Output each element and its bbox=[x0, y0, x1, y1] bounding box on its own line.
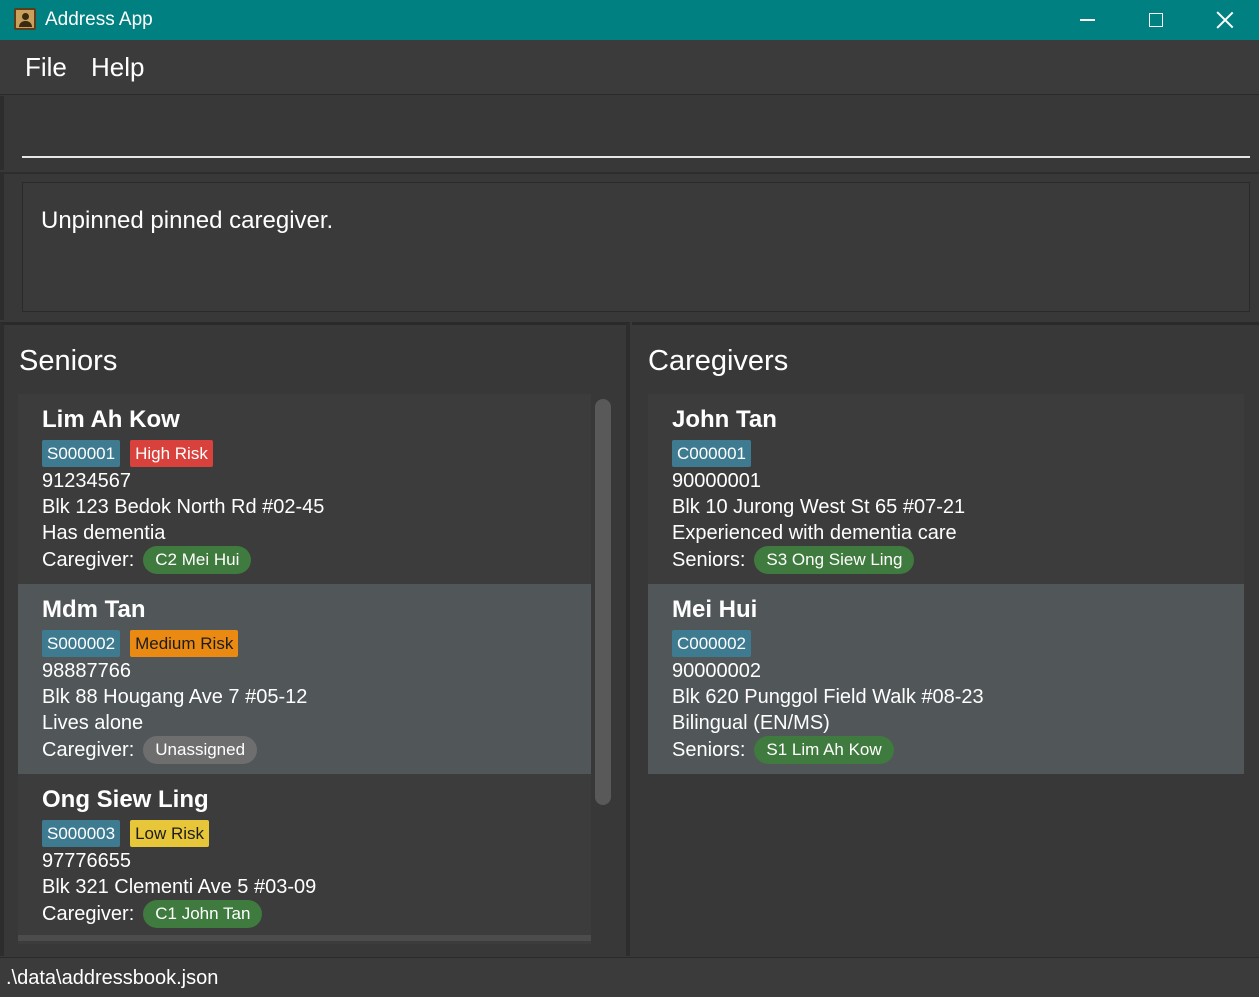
result-display[interactable]: Unpinned pinned caregiver. bbox=[22, 182, 1250, 312]
window-title: Address App bbox=[45, 9, 153, 30]
caregiver-id-tag: C000001 bbox=[672, 440, 752, 467]
senior-note: Has dementia bbox=[42, 522, 166, 544]
risk-tag: Low Risk bbox=[130, 820, 210, 847]
senior-pill: S3 Ong Siew Ling bbox=[754, 546, 915, 574]
minimize-icon bbox=[1079, 19, 1095, 21]
list-divider bbox=[18, 935, 591, 941]
menu-help[interactable]: Help bbox=[91, 52, 144, 83]
caregiver-address: Blk 620 Punggol Field Walk #08-23 bbox=[672, 686, 984, 708]
title-bar: Address App bbox=[0, 0, 1259, 40]
caregiver-name: John Tan bbox=[672, 406, 777, 433]
address-book-icon bbox=[14, 8, 36, 30]
caregiver-pill: C2 Mei Hui bbox=[143, 546, 252, 574]
caregiver-address: Blk 10 Jurong West St 65 #07-21 bbox=[672, 496, 966, 518]
caregiver-pill: Unassigned bbox=[143, 736, 258, 764]
command-input[interactable] bbox=[22, 116, 1250, 158]
maximize-button[interactable] bbox=[1121, 0, 1191, 40]
senior-note: Lives alone bbox=[42, 712, 144, 734]
risk-tag: High Risk bbox=[130, 440, 213, 467]
senior-name: Lim Ah Kow bbox=[42, 406, 180, 433]
minimize-button[interactable] bbox=[1052, 0, 1122, 40]
save-location: .\data\addressbook.json bbox=[6, 967, 219, 989]
senior-name: Ong Siew Ling bbox=[42, 786, 209, 813]
caregivers-panel-title: Caregivers bbox=[648, 345, 789, 377]
caregiver-note: Bilingual (EN/MS) bbox=[672, 712, 830, 734]
caregiver-id-tag: C000002 bbox=[672, 630, 752, 657]
caregiver-label: Caregiver: bbox=[42, 902, 135, 925]
senior-card[interactable]: Mdm Tan S000002 Medium Risk 98887766 Blk… bbox=[18, 584, 591, 774]
maximize-icon bbox=[1149, 13, 1163, 27]
senior-id-tag: S000002 bbox=[42, 630, 121, 657]
seniors-panel: Seniors Lim Ah Kow S000001 High Risk 912… bbox=[0, 322, 630, 956]
caregivers-panel: Caregivers John Tan C000001 90000001 Blk… bbox=[632, 322, 1259, 956]
seniors-panel-title: Seniors bbox=[19, 345, 118, 377]
seniors-label: Seniors: bbox=[672, 548, 746, 571]
caregiver-phone: 90000002 bbox=[672, 660, 761, 682]
senior-address: Blk 321 Clementi Ave 5 #03-09 bbox=[42, 876, 317, 898]
caregiver-card[interactable]: Mei Hui C000002 90000002 Blk 620 Punggol… bbox=[648, 584, 1244, 774]
menu-file[interactable]: File bbox=[25, 52, 67, 83]
seniors-scrollbar[interactable] bbox=[595, 399, 611, 805]
senior-pill: S1 Lim Ah Kow bbox=[754, 736, 894, 764]
menu-bar: File Help bbox=[0, 40, 1259, 95]
caregiver-label: Caregiver: bbox=[42, 738, 135, 761]
risk-tag: Medium Risk bbox=[130, 630, 239, 657]
caregiver-name: Mei Hui bbox=[672, 596, 758, 623]
senior-phone: 91234567 bbox=[42, 470, 131, 492]
close-button[interactable] bbox=[1190, 0, 1259, 40]
senior-phone: 97776655 bbox=[42, 850, 131, 872]
status-bar: .\data\addressbook.json bbox=[0, 957, 1259, 997]
seniors-label: Seniors: bbox=[672, 738, 746, 761]
result-display-area: Unpinned pinned caregiver. bbox=[0, 172, 1259, 320]
command-box bbox=[0, 96, 1259, 170]
caregiver-pill: C1 John Tan bbox=[143, 900, 263, 928]
senior-card[interactable]: Lim Ah Kow S000001 High Risk 91234567 Bl… bbox=[18, 394, 591, 584]
senior-address: Blk 123 Bedok North Rd #02-45 bbox=[42, 496, 325, 518]
caregivers-list[interactable]: John Tan C000001 90000001 Blk 10 Jurong … bbox=[648, 394, 1244, 794]
caregiver-card[interactable]: John Tan C000001 90000001 Blk 10 Jurong … bbox=[648, 394, 1244, 584]
seniors-list[interactable]: Lim Ah Kow S000001 High Risk 91234567 Bl… bbox=[18, 394, 591, 944]
senior-card[interactable]: Ong Siew Ling S000003 Low Risk 97776655 … bbox=[18, 774, 591, 944]
senior-id-tag: S000001 bbox=[42, 440, 121, 467]
caregiver-phone: 90000001 bbox=[672, 470, 761, 492]
senior-address: Blk 88 Hougang Ave 7 #05-12 bbox=[42, 686, 308, 708]
caregiver-note: Experienced with dementia care bbox=[672, 522, 957, 544]
senior-name: Mdm Tan bbox=[42, 596, 146, 623]
senior-phone: 98887766 bbox=[42, 660, 131, 682]
caregiver-label: Caregiver: bbox=[42, 548, 135, 571]
close-icon bbox=[1216, 11, 1234, 29]
senior-id-tag: S000003 bbox=[42, 820, 121, 847]
result-message: Unpinned pinned caregiver. bbox=[41, 207, 334, 234]
